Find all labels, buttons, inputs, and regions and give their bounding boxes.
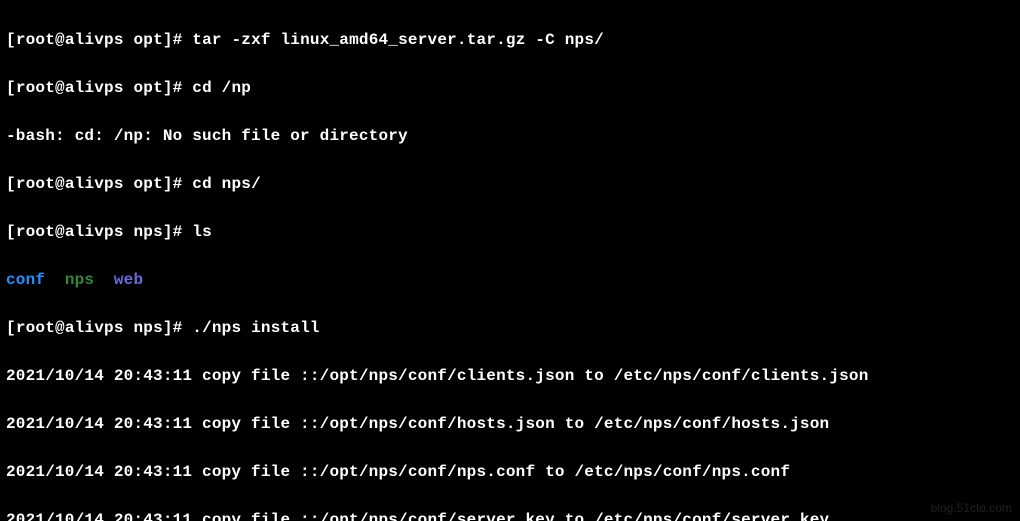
dir-conf: conf (6, 271, 45, 289)
cmd-cd-np: cd /np (192, 79, 251, 97)
log-line: 2021/10/14 20:43:11 copy file ::/opt/nps… (6, 412, 1014, 436)
cmd-line-tar: [root@alivps opt]# tar -zxf linux_amd64_… (6, 28, 1014, 52)
cmd-ls: ls (192, 223, 212, 241)
cmd-line-cd-nps: [root@alivps opt]# cd nps/ (6, 172, 1014, 196)
cmd-line-install: [root@alivps nps]# ./nps install (6, 316, 1014, 340)
cmd-cd-nps: cd nps/ (192, 175, 261, 193)
cmd-tar: tar -zxf linux_amd64_server.tar.gz -C np… (192, 31, 604, 49)
dir-web: web (114, 271, 143, 289)
log-line: 2021/10/14 20:43:11 copy file ::/opt/nps… (6, 508, 1014, 521)
ls-output: conf nps web (6, 268, 1014, 292)
terminal-output[interactable]: [root@alivps opt]# tar -zxf linux_amd64_… (0, 0, 1020, 521)
cmd-line-cd-np: [root@alivps opt]# cd /np (6, 76, 1014, 100)
cmd-line-ls: [root@alivps nps]# ls (6, 220, 1014, 244)
log-line: 2021/10/14 20:43:11 copy file ::/opt/nps… (6, 364, 1014, 388)
cmd-install: ./nps install (192, 319, 319, 337)
error-line: -bash: cd: /np: No such file or director… (6, 124, 1014, 148)
log-line: 2021/10/14 20:43:11 copy file ::/opt/nps… (6, 460, 1014, 484)
exec-nps: nps (65, 271, 94, 289)
